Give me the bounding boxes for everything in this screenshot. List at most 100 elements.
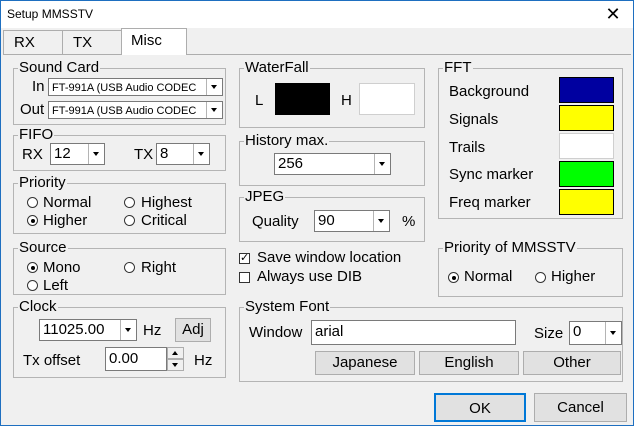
priority-higher-label[interactable]: Higher (43, 212, 87, 229)
adj-button[interactable]: Adj (175, 318, 211, 342)
tx-offset-input[interactable]: 0.00 (105, 347, 167, 371)
close-icon[interactable]: ✕ (601, 3, 625, 25)
chevron-down-icon[interactable] (374, 154, 390, 174)
font-window-value: arial (315, 323, 344, 340)
tx-offset-unit: Hz (194, 352, 213, 369)
jpeg-unit: % (402, 213, 416, 230)
clock-value: 11025.00 (43, 321, 105, 338)
source-legend: Source (19, 239, 67, 256)
waterfall-legend: WaterFall (245, 59, 309, 76)
priority-critical-radio[interactable] (124, 215, 135, 226)
source-right-label[interactable]: Right (141, 259, 176, 276)
priority-higher-radio[interactable] (27, 215, 38, 226)
fifo-legend: FIFO (19, 126, 54, 143)
fifo-tx-label: TX (134, 146, 154, 163)
clock-select[interactable]: 11025.00 (39, 319, 137, 341)
fft-freq-marker-color-swatch[interactable] (559, 189, 614, 215)
chevron-down-icon[interactable] (193, 144, 209, 164)
tab-tx[interactable]: TX (62, 30, 122, 54)
jpeg-quality-label: Quality (252, 213, 299, 230)
system-font-legend: System Font (245, 298, 330, 315)
always-use-dib-checkbox[interactable] (239, 272, 250, 283)
chevron-down-icon[interactable] (120, 320, 136, 340)
tx-offset-label: Tx offset (23, 352, 81, 369)
fifo-tx-value: 8 (160, 145, 169, 162)
sound-out-select[interactable]: FT-991A (USB Audio CODEC (48, 101, 223, 119)
chevron-down-icon[interactable] (605, 322, 621, 344)
jpeg-legend: JPEG (245, 188, 285, 205)
chevron-down-icon[interactable] (88, 144, 104, 164)
source-mono-radio[interactable] (27, 262, 38, 273)
tx-offset-value: 0.00 (109, 350, 139, 367)
font-size-value: 0 (573, 323, 582, 340)
priority-highest-radio[interactable] (124, 197, 135, 208)
cancel-button[interactable]: Cancel (534, 393, 627, 422)
fft-background-color-swatch[interactable] (559, 77, 614, 103)
fft-sync-marker-label: Sync marker (449, 166, 534, 183)
fft-freq-marker-label: Freq marker (449, 194, 531, 211)
priority-normal-label[interactable]: Normal (43, 194, 91, 211)
clock-legend: Clock (19, 298, 57, 315)
waterfall-l-label: L (255, 92, 264, 109)
english-button[interactable]: English (419, 351, 519, 375)
sound-card-legend: Sound Card (19, 59, 100, 76)
tab-rx[interactable]: RX (3, 30, 63, 54)
history-select[interactable]: 256 (274, 153, 391, 175)
fft-trails-color-swatch[interactable] (559, 133, 614, 159)
font-size-select[interactable]: 0 (569, 321, 622, 345)
japanese-button[interactable]: Japanese (315, 351, 415, 375)
fifo-rx-label: RX (22, 146, 43, 163)
sound-in-value: FT-991A (USB Audio CODEC (52, 82, 197, 94)
other-button[interactable]: Other (523, 351, 621, 375)
window-title: Setup MMSSTV (7, 7, 94, 21)
font-window-label: Window (249, 324, 303, 341)
history-legend: History max. (245, 132, 329, 149)
source-mono-label[interactable]: Mono (43, 259, 81, 276)
save-window-location-label[interactable]: Save window location (257, 249, 401, 266)
source-right-radio[interactable] (124, 262, 135, 273)
spin-up-icon[interactable] (167, 347, 184, 359)
priority-normal-radio[interactable] (27, 197, 38, 208)
chevron-down-icon[interactable] (206, 79, 222, 95)
always-use-dib-label[interactable]: Always use DIB (257, 268, 362, 285)
font-size-label: Size (534, 325, 564, 342)
history-value: 256 (278, 155, 304, 172)
title-bar: Setup MMSSTV ✕ (1, 1, 633, 28)
priority-mmsstv-normal-label[interactable]: Normal (464, 268, 512, 285)
ok-button[interactable]: OK (434, 393, 526, 422)
fft-sync-marker-color-swatch[interactable] (559, 161, 614, 187)
fft-trails-label: Trails (449, 139, 486, 156)
priority-highest-label[interactable]: Highest (141, 194, 192, 211)
save-window-location-checkbox[interactable] (239, 251, 250, 264)
dialog-footer: OK Cancel (1, 385, 633, 425)
waterfall-h-label: H (341, 92, 352, 109)
source-left-label[interactable]: Left (43, 277, 68, 294)
fifo-rx-select[interactable]: 12 (50, 143, 105, 165)
jpeg-quality-select[interactable]: 90 (314, 210, 390, 232)
chevron-down-icon[interactable] (206, 102, 222, 118)
jpeg-quality-value: 90 (318, 212, 335, 229)
priority-mmsstv-higher-radio[interactable] (535, 272, 546, 283)
waterfall-h-color-swatch[interactable] (359, 83, 415, 115)
sound-in-select[interactable]: FT-991A (USB Audio CODEC (48, 78, 223, 96)
fft-signals-color-swatch[interactable] (559, 105, 614, 131)
tab-misc[interactable]: Misc (121, 28, 187, 55)
source-left-radio[interactable] (27, 280, 38, 291)
sound-in-label: In (32, 78, 45, 95)
waterfall-l-color-swatch[interactable] (275, 83, 330, 115)
fifo-tx-select[interactable]: 8 (156, 143, 210, 165)
priority-critical-label[interactable]: Critical (141, 212, 187, 229)
priority-legend: Priority (19, 174, 66, 191)
spin-down-icon[interactable] (167, 359, 184, 371)
font-window-input[interactable]: arial (311, 320, 516, 345)
sound-out-label: Out (20, 101, 45, 118)
clock-unit: Hz (143, 322, 162, 339)
priority-mmsstv-normal-radio[interactable] (448, 272, 459, 283)
fft-legend: FFT (444, 59, 472, 76)
priority-mmsstv-higher-label[interactable]: Higher (551, 268, 595, 285)
fft-background-label: Background (449, 83, 530, 100)
priority-mmsstv-legend: Priority of MMSSTV (444, 239, 576, 256)
sound-out-value: FT-991A (USB Audio CODEC (52, 105, 197, 117)
chevron-down-icon[interactable] (373, 211, 389, 231)
fft-signals-label: Signals (449, 111, 499, 128)
